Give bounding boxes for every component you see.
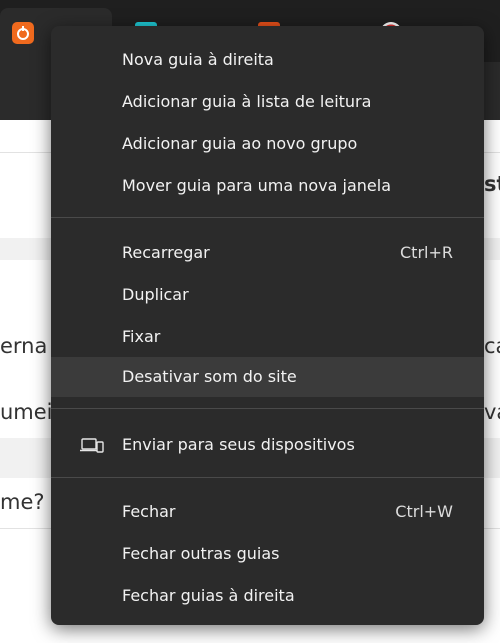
menu-item-label: Fechar xyxy=(122,502,176,521)
menu-item-label: Enviar para seus dispositivos xyxy=(122,435,355,454)
menu-item-label: Fixar xyxy=(122,327,161,346)
menu-item-pin[interactable]: Fixar xyxy=(51,317,484,357)
menu-item-label: Adicionar guia ao novo grupo xyxy=(122,134,358,153)
menu-item-close-tabs-right[interactable]: Fechar guias à direita xyxy=(51,576,484,616)
menu-item-label: Fechar outras guias xyxy=(122,544,280,563)
page-text: umei xyxy=(0,400,53,424)
menu-separator xyxy=(51,477,484,478)
menu-item-close[interactable]: Fechar Ctrl+W xyxy=(51,492,484,532)
menu-separator xyxy=(51,408,484,409)
page-text: sta xyxy=(484,172,500,196)
menu-item-shortcut: Ctrl+W xyxy=(395,502,453,521)
menu-item-move-to-new-window[interactable]: Mover guia para uma nova janela xyxy=(51,166,484,206)
menu-item-new-tab-right[interactable]: Nova guia à direita xyxy=(51,40,484,80)
menu-item-label: Adicionar guia à lista de leitura xyxy=(122,92,372,111)
devices-icon xyxy=(79,435,105,455)
menu-item-send-to-devices[interactable]: Enviar para seus dispositivos xyxy=(51,425,484,465)
tab-context-menu: Nova guia à direita Adicionar guia à lis… xyxy=(51,26,484,625)
page-text: me? xyxy=(0,490,45,514)
page-text: erna xyxy=(0,334,48,358)
page-text: va xyxy=(484,400,500,424)
menu-item-shortcut: Ctrl+R xyxy=(400,243,453,262)
menu-item-label: Nova guia à direita xyxy=(122,50,274,69)
menu-item-mute-site[interactable]: Desativar som do site xyxy=(51,357,484,397)
menu-item-label: Fechar guias à direita xyxy=(122,586,295,605)
menu-item-label: Mover guia para uma nova janela xyxy=(122,176,392,195)
tab-favicon-icon xyxy=(12,22,34,44)
menu-item-label: Duplicar xyxy=(122,285,189,304)
menu-item-duplicate[interactable]: Duplicar xyxy=(51,275,484,315)
menu-item-label: Desativar som do site xyxy=(122,367,297,386)
menu-item-reload[interactable]: Recarregar Ctrl+R xyxy=(51,233,484,273)
menu-item-add-to-reading-list[interactable]: Adicionar guia à lista de leitura xyxy=(51,82,484,122)
page-text: ca xyxy=(484,334,500,358)
menu-item-add-to-new-group[interactable]: Adicionar guia ao novo grupo xyxy=(51,124,484,164)
menu-item-close-other-tabs[interactable]: Fechar outras guias xyxy=(51,534,484,574)
menu-separator xyxy=(51,217,484,218)
menu-item-label: Recarregar xyxy=(122,243,210,262)
